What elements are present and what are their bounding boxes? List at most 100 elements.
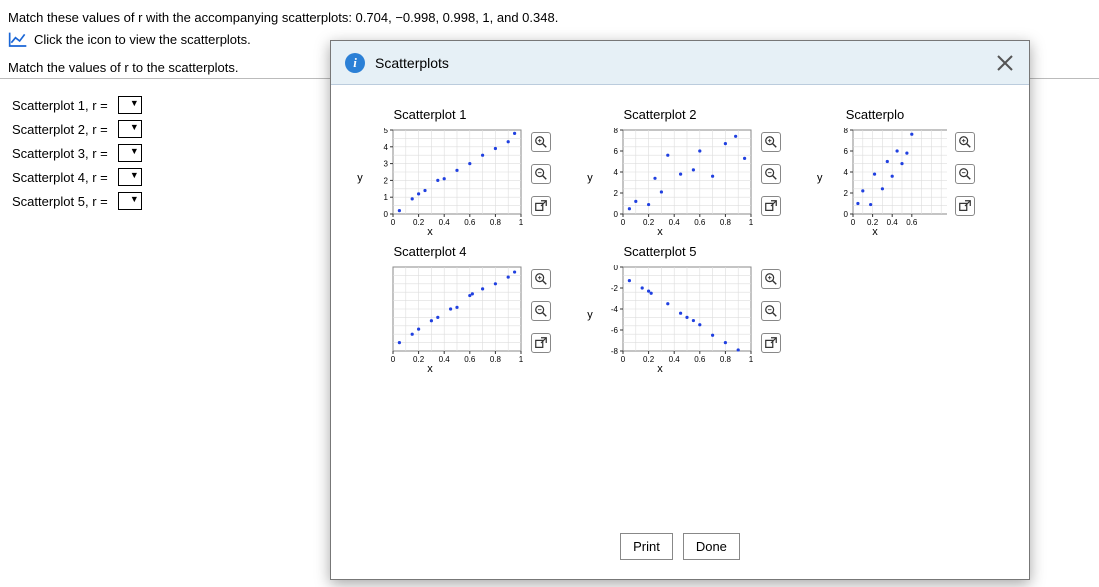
close-icon[interactable] (995, 53, 1015, 73)
plot-title: Scatterplot 5 (585, 244, 735, 259)
ylabel: y (355, 128, 365, 228)
svg-text:6: 6 (843, 147, 848, 156)
zoom-in-icon[interactable] (761, 132, 781, 152)
hint-text: Click the icon to view the scatterplots. (34, 32, 251, 47)
svg-text:0.2: 0.2 (643, 355, 655, 364)
scatterplot-3: 00.20.40.602468 (833, 128, 947, 228)
svg-text:0: 0 (391, 218, 396, 227)
popout-icon[interactable] (531, 196, 551, 216)
svg-text:0: 0 (621, 218, 626, 227)
zoom-in-icon[interactable] (955, 132, 975, 152)
scatterplot-1: 00.20.40.60.81012345 (373, 128, 523, 228)
svg-text:0: 0 (614, 210, 619, 219)
svg-text:1: 1 (519, 355, 523, 364)
row-label: Scatterplot 1, r = (8, 94, 112, 116)
svg-text:0: 0 (614, 265, 619, 272)
svg-text:0.8: 0.8 (720, 218, 732, 227)
row-label: Scatterplot 2, r = (8, 118, 112, 140)
zoom-out-icon[interactable] (761, 301, 781, 321)
svg-text:1: 1 (749, 218, 753, 227)
svg-text:1: 1 (519, 218, 523, 227)
scatterplot-2: 00.20.40.60.8102468 (603, 128, 753, 228)
popout-icon[interactable] (955, 196, 975, 216)
zoom-in-icon[interactable] (531, 269, 551, 289)
scatterplot-5: 0 0.2 0.4 0.6 0.8 1 -8 -6 -4 -2 0 (603, 265, 753, 365)
svg-text:3: 3 (384, 160, 389, 169)
modal-footer: Print Done (331, 525, 1029, 568)
svg-text:0.8: 0.8 (490, 355, 502, 364)
modal-body: Scatterplot 1 y 00.20.40.60.81012345 x S… (331, 85, 1029, 525)
scatterplots-modal: i Scatterplots Scatterplot 1 y 0 0.2 0.4 0.… (330, 40, 1030, 580)
svg-text:-6: -6 (611, 326, 619, 335)
svg-text:-4: -4 (611, 305, 619, 314)
scatterplot-2-select[interactable] (118, 120, 142, 138)
svg-text:5: 5 (384, 128, 389, 135)
svg-text:0.6: 0.6 (464, 355, 476, 364)
svg-text:0.4: 0.4 (439, 355, 451, 364)
svg-text:0: 0 (843, 210, 848, 219)
chart-icon[interactable] (8, 31, 28, 47)
svg-text:0.4: 0.4 (886, 218, 898, 227)
ylabel: y (585, 128, 595, 228)
zoom-out-icon[interactable] (955, 164, 975, 184)
plot-cell-4: Scatterplot 4 00.20.40.60.81 x (355, 242, 555, 375)
row-label: Scatterplot 4, r = (8, 166, 112, 188)
instruction-text: Match the values of r to the scatterplot… (8, 60, 239, 75)
svg-text:0: 0 (391, 355, 396, 364)
row-label: Scatterplot 3, r = (8, 142, 112, 164)
ylabel (355, 265, 365, 365)
svg-text:8: 8 (614, 128, 619, 135)
plot-title: Scatterplot 4 (355, 244, 505, 259)
svg-text:1: 1 (384, 193, 389, 202)
scatterplot-4: 0 0.2 0.4 0.6 0.8 1 (373, 265, 523, 365)
row-label: Scatterplot 5, r = (8, 190, 112, 212)
ylabel: y (815, 128, 825, 228)
svg-text:0.2: 0.2 (643, 218, 655, 227)
svg-text:0.2: 0.2 (413, 355, 425, 364)
svg-text:0.4: 0.4 (669, 355, 681, 364)
svg-text:0.8: 0.8 (490, 218, 502, 227)
plot-cell-3: Scatterplo y 00.20.40.602468 x (815, 105, 975, 238)
print-button[interactable]: Print (620, 533, 673, 560)
plot-cell-2: Scatterplot 2 y 00.20.40.60.8102468 x (585, 105, 785, 238)
svg-text:0.6: 0.6 (464, 218, 476, 227)
popout-icon[interactable] (761, 333, 781, 353)
svg-text:-2: -2 (611, 284, 619, 293)
ylabel: y (585, 265, 595, 365)
svg-text:0.6: 0.6 (694, 355, 706, 364)
modal-header: i Scatterplots (331, 41, 1029, 85)
svg-text:0.6: 0.6 (694, 218, 706, 227)
scatterplot-1-select[interactable] (118, 96, 142, 114)
modal-title: Scatterplots (375, 55, 449, 71)
svg-text:6: 6 (614, 147, 619, 156)
plot-title: Scatterplo (815, 107, 935, 122)
svg-text:2: 2 (614, 189, 619, 198)
plot-title: Scatterplot 1 (355, 107, 505, 122)
zoom-out-icon[interactable] (531, 164, 551, 184)
info-icon: i (345, 53, 365, 73)
svg-text:2: 2 (843, 189, 848, 198)
svg-text:2: 2 (384, 176, 389, 185)
svg-text:4: 4 (384, 143, 389, 152)
zoom-out-icon[interactable] (531, 301, 551, 321)
svg-text:4: 4 (843, 168, 848, 177)
plot-title: Scatterplot 2 (585, 107, 735, 122)
svg-text:0.6: 0.6 (906, 218, 918, 227)
svg-text:1: 1 (749, 355, 753, 364)
scatterplot-5-select[interactable] (118, 192, 142, 210)
scatterplot-3-select[interactable] (118, 144, 142, 162)
svg-text:4: 4 (614, 168, 619, 177)
plot-cell-5: Scatterplot 5 y 0 0.2 0.4 0.6 0.8 1 -8 -6 -4 -20 … (585, 242, 785, 375)
svg-text:0.4: 0.4 (439, 218, 451, 227)
svg-text:0: 0 (621, 355, 626, 364)
zoom-in-icon[interactable] (761, 269, 781, 289)
svg-text:0.8: 0.8 (720, 355, 732, 364)
svg-text:8: 8 (843, 128, 848, 135)
popout-icon[interactable] (761, 196, 781, 216)
popout-icon[interactable] (531, 333, 551, 353)
done-button[interactable]: Done (683, 533, 740, 560)
zoom-out-icon[interactable] (761, 164, 781, 184)
scatterplot-4-select[interactable] (118, 168, 142, 186)
svg-text:-8: -8 (611, 347, 619, 356)
zoom-in-icon[interactable] (531, 132, 551, 152)
